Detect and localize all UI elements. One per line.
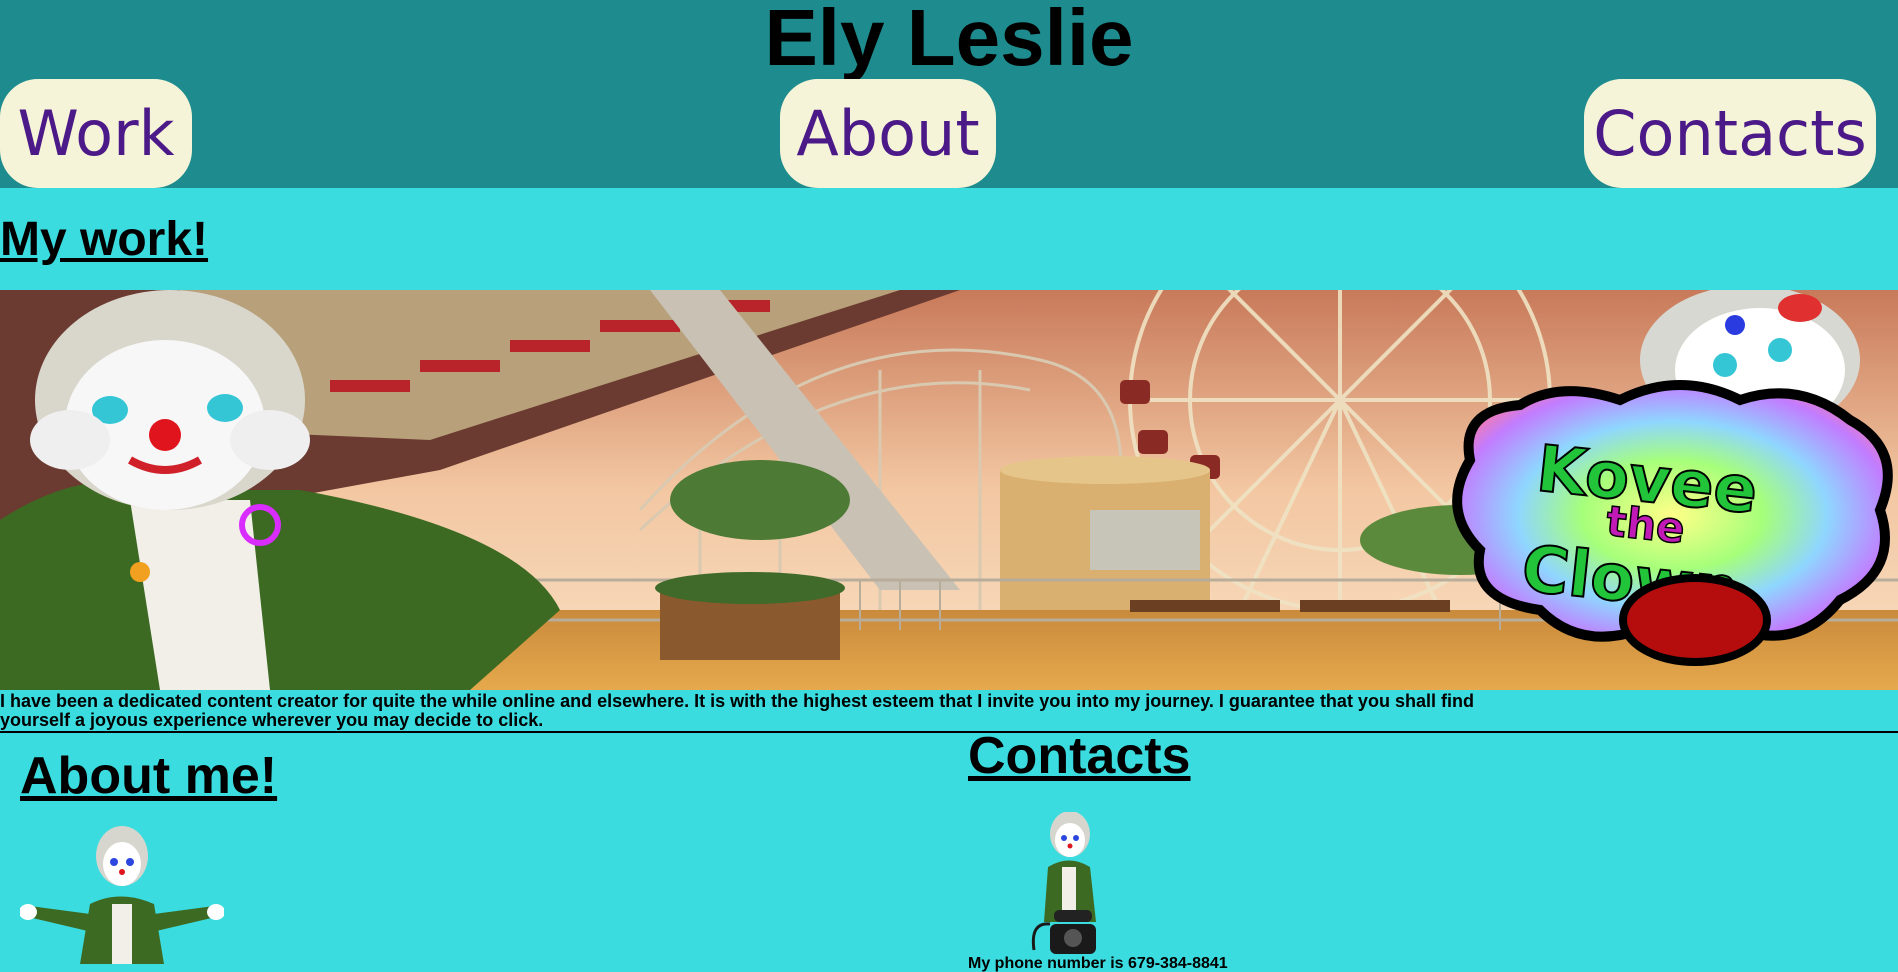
contacts-heading: Contacts: [968, 727, 1191, 785]
about-heading: About me!: [20, 747, 278, 805]
intro-text: I have been a dedicated content creator …: [0, 691, 1474, 730]
about-avatar-image: [19, 824, 225, 964]
site-title: Ely Leslie: [764, 0, 1134, 82]
site-header: Ely Leslie Work About Contacts: [0, 0, 1898, 188]
contact-avatar-phone-image: [1024, 811, 1114, 960]
work-heading: My work!: [0, 213, 209, 266]
kovee-banner-image: Kovee the Clown: [0, 290, 1898, 690]
contact-phone-text: My phone number is 679-384-8841: [968, 955, 1228, 972]
nav-contacts-button[interactable]: Contacts: [1584, 79, 1876, 188]
section-divider: [0, 731, 1898, 733]
nav-work-button[interactable]: Work: [0, 79, 192, 188]
nav-about-button[interactable]: About: [780, 79, 996, 188]
